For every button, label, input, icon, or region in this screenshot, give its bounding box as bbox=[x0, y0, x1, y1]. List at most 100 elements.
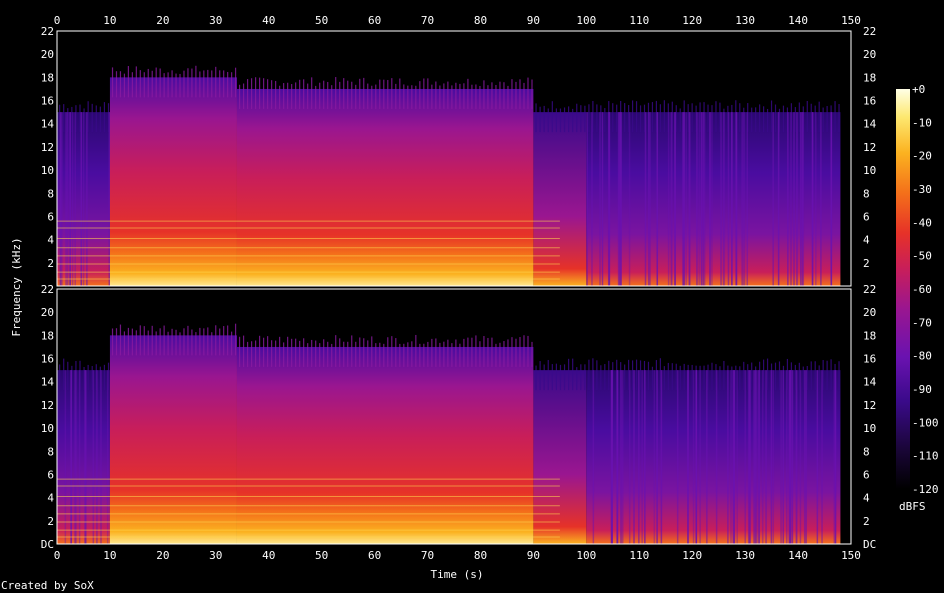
colorbar-tick-label: -80 bbox=[912, 350, 932, 363]
transient-streak bbox=[736, 370, 738, 544]
transient-streak bbox=[227, 71, 229, 98]
transient-streak bbox=[283, 342, 285, 367]
transient-streak bbox=[246, 341, 249, 367]
transient-streak bbox=[519, 337, 521, 367]
colorbar-tick-label: -10 bbox=[912, 116, 932, 129]
transient-streak bbox=[723, 360, 725, 391]
transient-streak bbox=[651, 102, 654, 133]
transient-streak bbox=[355, 341, 357, 367]
transient-streak bbox=[343, 78, 345, 109]
transient-streak bbox=[631, 360, 634, 391]
spectrum-segment bbox=[109, 77, 237, 286]
transient-streak bbox=[751, 107, 753, 133]
transient-streak bbox=[123, 73, 126, 98]
transient-streak bbox=[459, 83, 461, 109]
transient-streak bbox=[159, 68, 161, 98]
transient-streak bbox=[838, 361, 840, 391]
y-tick-label: 6 bbox=[47, 468, 54, 481]
transient-streak bbox=[671, 363, 673, 391]
transient-streak bbox=[604, 364, 606, 391]
transient-streak bbox=[287, 336, 289, 367]
transient-streak bbox=[826, 360, 828, 391]
transient-streak bbox=[315, 85, 317, 109]
transient-streak bbox=[254, 77, 257, 109]
x-tick-label: 100 bbox=[576, 549, 596, 562]
transient-streak bbox=[751, 362, 753, 391]
transient-streak bbox=[616, 104, 618, 133]
y-tick-label: 16 bbox=[863, 95, 876, 108]
transient-streak bbox=[772, 370, 775, 544]
transient-streak bbox=[250, 78, 253, 109]
transient-streak bbox=[67, 112, 69, 287]
transient-streak bbox=[259, 335, 261, 367]
x-tick-label: 120 bbox=[682, 549, 702, 562]
transient-streak bbox=[660, 370, 662, 544]
colorbar-tick-label: -40 bbox=[912, 216, 932, 229]
transient-streak bbox=[479, 85, 481, 109]
transient-streak bbox=[115, 71, 118, 98]
transient-streak bbox=[519, 79, 521, 109]
transient-streak bbox=[419, 81, 421, 109]
transient-streak bbox=[503, 341, 505, 367]
transient-streak bbox=[572, 358, 574, 391]
transient-streak bbox=[731, 112, 733, 287]
transient-streak bbox=[111, 67, 114, 98]
colorbar-tick-label: -110 bbox=[912, 450, 939, 463]
transient-streak bbox=[695, 370, 697, 544]
y-tick-label: 14 bbox=[41, 118, 55, 131]
y-tick-label: 22 bbox=[863, 25, 876, 38]
transient-streak bbox=[547, 108, 549, 133]
transient-streak bbox=[766, 358, 769, 391]
transient-streak bbox=[787, 112, 789, 287]
transient-streak bbox=[111, 328, 114, 356]
transient-streak bbox=[774, 104, 777, 133]
transient-streak bbox=[743, 361, 745, 391]
transient-streak bbox=[279, 85, 281, 109]
transient-streak bbox=[503, 82, 505, 109]
x-tick-label: 130 bbox=[735, 549, 755, 562]
transient-streak bbox=[755, 370, 757, 544]
transient-streak bbox=[143, 72, 145, 98]
spectrogram-chart: 2 24 46 68 810 1012 1214 1416 1618 1820 2022 22DC DC… bbox=[1, 14, 939, 592]
transient-streak bbox=[833, 370, 835, 544]
transient-streak bbox=[471, 337, 473, 367]
transient-streak bbox=[821, 370, 823, 544]
transient-streak bbox=[195, 332, 197, 356]
transient-streak bbox=[331, 343, 333, 367]
transient-streak bbox=[223, 70, 225, 98]
y-tick-label: 20 bbox=[863, 48, 876, 61]
transient-streak bbox=[82, 112, 85, 287]
transient-streak bbox=[63, 104, 65, 133]
transient-streak bbox=[580, 364, 582, 391]
transient-streak bbox=[799, 370, 802, 544]
transient-streak bbox=[551, 101, 553, 133]
transient-streak bbox=[667, 362, 669, 391]
transient-streak bbox=[782, 370, 784, 544]
transient-streak bbox=[207, 69, 209, 98]
transient-streak bbox=[234, 323, 237, 356]
transient-streak bbox=[61, 112, 63, 287]
transient-streak bbox=[685, 112, 687, 287]
spectrum-segment bbox=[533, 370, 587, 544]
transient-streak bbox=[702, 112, 705, 287]
transient-streak bbox=[674, 112, 676, 287]
transient-streak bbox=[191, 329, 193, 356]
x-tick-label: 20 bbox=[156, 14, 169, 27]
transient-streak bbox=[679, 108, 681, 133]
transient-streak bbox=[511, 337, 513, 367]
transient-streak bbox=[539, 106, 541, 133]
transient-streak bbox=[588, 104, 590, 133]
transient-streak bbox=[96, 370, 98, 544]
transient-streak bbox=[155, 67, 157, 98]
transient-streak bbox=[790, 112, 792, 287]
transient-streak bbox=[399, 78, 401, 109]
transient-streak bbox=[411, 85, 413, 109]
transient-streak bbox=[785, 370, 788, 544]
channel-panel bbox=[56, 288, 852, 545]
colorbar-unit: dBFS bbox=[899, 500, 926, 513]
transient-streak bbox=[103, 102, 106, 133]
x-tick-label: 40 bbox=[262, 549, 275, 562]
transient-streak bbox=[507, 339, 509, 367]
y-tick-label: 6 bbox=[863, 210, 870, 223]
transient-streak bbox=[715, 370, 718, 544]
